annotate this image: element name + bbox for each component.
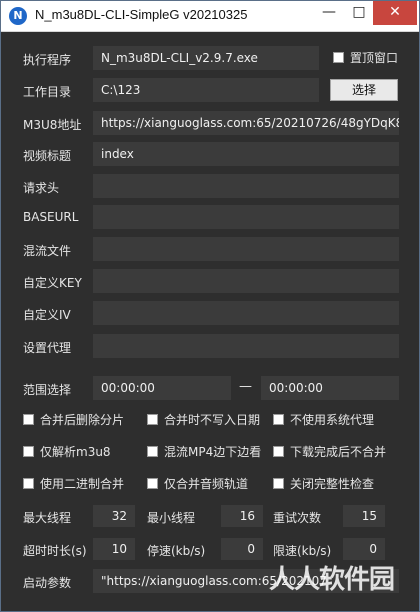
mux-mp4-checkbox[interactable]: 混流MP4边下边看 <box>147 444 261 460</box>
checkbox-box[interactable] <box>273 446 284 457</box>
checkbox-box[interactable] <box>147 414 158 425</box>
min-threads-input[interactable]: 16 <box>221 505 263 527</box>
label-iv: 自定义IV <box>23 308 71 322</box>
no-system-proxy-label: 不使用系统代理 <box>290 413 375 427</box>
label-workdir: 工作目录 <box>23 85 72 99</box>
range-separator: — <box>239 379 252 394</box>
headers-field[interactable] <box>93 174 399 198</box>
checkbox-box[interactable] <box>147 446 158 457</box>
label-key: 自定义KEY <box>23 276 82 290</box>
parse-only-label: 仅解析m3u8 <box>40 445 111 459</box>
binary-merge-checkbox[interactable]: 使用二进制合并 <box>23 476 124 492</box>
label-title: 视频标题 <box>23 149 72 163</box>
label-timeout: 超时时长(s) <box>23 544 87 558</box>
m3u8-url-field[interactable]: https://xianguoglass.com:65/20210726/48g… <box>93 111 399 135</box>
checkbox-box[interactable] <box>273 478 284 489</box>
baseurl-field[interactable] <box>93 205 399 229</box>
checkbox-box[interactable] <box>147 478 158 489</box>
checkbox-box[interactable] <box>273 414 284 425</box>
app-window: N N_m3u8DL-CLI-SimpleG v20210325 — □ ✕ 执… <box>0 0 420 612</box>
label-max-threads: 最大线程 <box>23 511 72 525</box>
custom-iv-field[interactable] <box>93 301 399 325</box>
label-exe: 执行程序 <box>23 53 72 67</box>
retry-input[interactable]: 15 <box>343 505 385 527</box>
label-limit-speed: 限速(kb/s) <box>273 544 332 558</box>
mux-mp4-label: 混流MP4边下边看 <box>164 445 262 459</box>
label-mux: 混流文件 <box>23 244 72 258</box>
no-date-checkbox[interactable]: 合并时不写入日期 <box>147 412 260 428</box>
app-icon: N <box>9 7 27 25</box>
label-m3u8: M3U8地址 <box>23 118 82 132</box>
no-merge-checkbox[interactable]: 下载完成后不合并 <box>273 444 386 460</box>
video-title-field[interactable]: index <box>93 142 399 166</box>
minimize-button[interactable]: — <box>315 1 343 25</box>
checkbox-box[interactable] <box>23 446 34 457</box>
label-baseurl: BASEURL <box>23 210 79 224</box>
topmost-label: 置顶窗口 <box>350 51 399 65</box>
timeout-input[interactable]: 10 <box>93 538 135 560</box>
delete-after-merge-label: 合并后删除分片 <box>40 413 125 427</box>
custom-key-field[interactable] <box>93 269 399 293</box>
delete-after-merge-checkbox[interactable]: 合并后删除分片 <box>23 412 124 428</box>
title-bar: N N_m3u8DL-CLI-SimpleG v20210325 — □ ✕ <box>1 1 419 32</box>
max-threads-input[interactable]: 32 <box>93 505 135 527</box>
workdir-field[interactable]: C:\123 <box>93 78 319 102</box>
no-merge-label: 下载完成后不合并 <box>290 445 387 459</box>
checkbox-box[interactable] <box>333 52 344 63</box>
no-date-label: 合并时不写入日期 <box>164 413 261 427</box>
binary-merge-label: 使用二进制合并 <box>40 477 125 491</box>
close-button[interactable]: ✕ <box>373 1 417 25</box>
audio-only-label: 仅合并音频轨道 <box>164 477 249 491</box>
exe-field[interactable]: N_m3u8DL-CLI_v2.9.7.exe <box>93 46 319 70</box>
maximize-button[interactable]: □ <box>345 1 373 25</box>
disable-integrity-checkbox[interactable]: 关闭完整性检查 <box>273 476 374 492</box>
audio-only-checkbox[interactable]: 仅合并音频轨道 <box>147 476 248 492</box>
range-start-field[interactable]: 00:00:00 <box>93 376 231 400</box>
limit-speed-input[interactable]: 0 <box>343 538 385 560</box>
label-headers: 请求头 <box>23 181 60 195</box>
label-stop-speed: 停速(kb/s) <box>147 544 206 558</box>
range-end-field[interactable]: 00:00:00 <box>261 376 399 400</box>
disable-integrity-label: 关闭完整性检查 <box>290 477 375 491</box>
topmost-checkbox[interactable]: 置顶窗口 <box>333 50 398 66</box>
label-retry: 重试次数 <box>273 511 322 525</box>
parse-only-checkbox[interactable]: 仅解析m3u8 <box>23 444 111 460</box>
proxy-field[interactable] <box>93 334 399 358</box>
window-title: N_m3u8DL-CLI-SimpleG v20210325 <box>35 7 248 22</box>
checkbox-box[interactable] <box>23 478 34 489</box>
label-min-threads: 最小线程 <box>147 511 196 525</box>
checkbox-box[interactable] <box>23 414 34 425</box>
watermark: 人人软件园 <box>269 565 395 595</box>
no-system-proxy-checkbox[interactable]: 不使用系统代理 <box>273 412 374 428</box>
choose-button[interactable]: 选择 <box>330 79 398 101</box>
stop-speed-input[interactable]: 0 <box>221 538 263 560</box>
label-proxy: 设置代理 <box>23 341 72 355</box>
mux-file-field[interactable] <box>93 237 399 261</box>
label-launch: 启动参数 <box>23 576 72 590</box>
label-range: 范围选择 <box>23 383 72 397</box>
